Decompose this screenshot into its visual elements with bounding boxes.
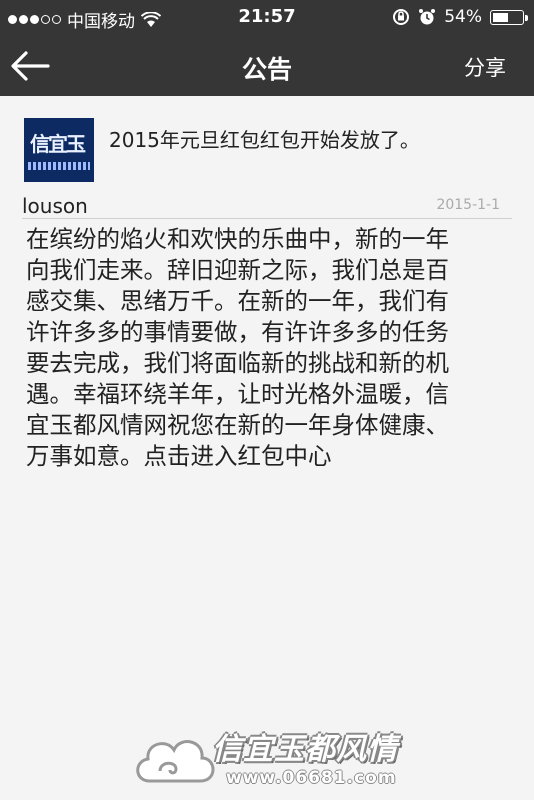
header-divider bbox=[22, 218, 512, 219]
body-line-link[interactable]: 万事如意。点击进入红包中心 bbox=[26, 441, 510, 472]
battery-percent: 54% bbox=[444, 7, 482, 27]
post-date: 2015-1-1 bbox=[436, 197, 500, 213]
battery-fill bbox=[493, 12, 508, 22]
status-bar: 中国移动 21:57 54% bbox=[0, 0, 534, 36]
status-right: 54% bbox=[392, 7, 528, 27]
body-line: 遇。幸福环绕羊年，让时光格外温暖，信 bbox=[26, 380, 449, 408]
avatar-logo-strip bbox=[28, 162, 90, 170]
body-line: 感交集、思绪万千。在新的一年，我们有 bbox=[26, 287, 449, 315]
body-line: 宜玉都风情网祝您在新的一年身体健康、 bbox=[26, 411, 449, 439]
avatar-logo-mark: 信宜玉 bbox=[30, 132, 86, 156]
battery-icon bbox=[490, 9, 528, 25]
cloud-logo-icon bbox=[136, 740, 215, 783]
page-title: 公告 bbox=[241, 55, 292, 84]
announcement-headline: 2015年元旦红包红包开始发放了。 bbox=[109, 128, 420, 152]
alarm-icon bbox=[419, 9, 436, 25]
body-line: 向我们走来。辞旧迎新之际，我们总是百 bbox=[26, 256, 449, 284]
announcement-body: 在缤纷的焰火和欢快的乐曲中，新的一年 向我们走来。辞旧迎新之际，我们总是百 感交… bbox=[26, 224, 510, 472]
watermark-site-name: 信宜玉都风情 bbox=[212, 732, 398, 767]
author-avatar[interactable]: 信宜玉 bbox=[24, 118, 94, 182]
author-name: louson bbox=[22, 194, 88, 218]
body-line: 在缤纷的焰火和欢快的乐曲中，新的一年 bbox=[26, 225, 449, 253]
share-button[interactable]: 分享 bbox=[464, 52, 506, 82]
body-line: 要去完成，我们将面临新的挑战和新的机 bbox=[26, 349, 449, 377]
nav-bar: 公告 分享 bbox=[0, 36, 534, 96]
body-line: 许许多多的事情要做，有许许多多的任务 bbox=[26, 318, 449, 346]
site-watermark: 信宜玉都风情 www.06681.com bbox=[130, 720, 410, 798]
announcement-header: 信宜玉 2015年元旦红包红包开始发放了。 louson 2015-1-1 bbox=[0, 96, 534, 220]
orientation-lock-icon bbox=[393, 9, 410, 25]
watermark-url: www.06681.com bbox=[226, 768, 397, 788]
